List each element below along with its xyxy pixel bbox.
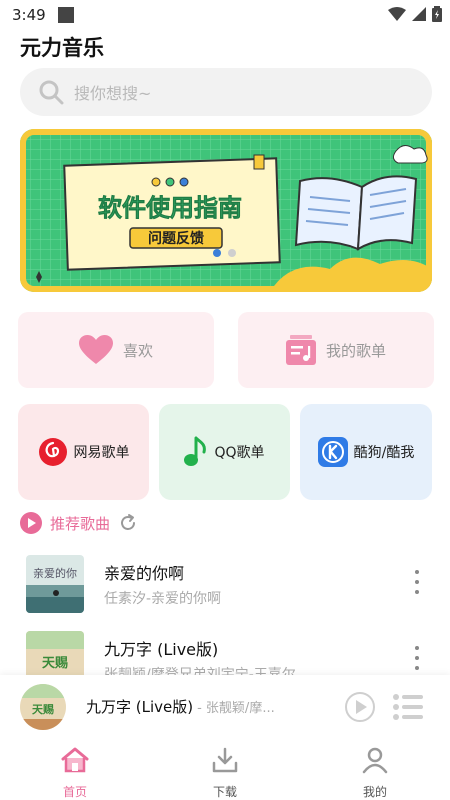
tab-profile-label: 我的 — [362, 785, 387, 799]
battery-icon — [432, 6, 442, 22]
recommend-title: 推荐歌曲 — [50, 514, 111, 533]
my-playlists-label: 我的歌单 — [325, 341, 386, 360]
more-options-icon[interactable] — [414, 570, 420, 594]
kugou-icon — [317, 437, 348, 467]
search-input[interactable]: 搜你想搜~ — [74, 80, 151, 104]
now-playing-title: 九万字 (Live版) — [86, 698, 194, 716]
netease-label: 网易歌单 — [73, 445, 130, 461]
kugou-label: 酷狗/酷我 — [353, 445, 415, 461]
search-icon — [39, 80, 64, 105]
tab-download[interactable]: 下载 — [150, 738, 300, 800]
qq-label: QQ歌单 — [214, 445, 265, 461]
now-playing-bar[interactable]: 天赐 九万字 (Live版) - 张靓颖/摩... — [0, 675, 450, 738]
netease-playlist-card[interactable]: 网易歌单 — [18, 404, 149, 500]
song-title: 九万字 (Live版) — [104, 640, 219, 659]
recommend-header: 推荐歌曲 — [20, 512, 138, 534]
song-artist: 任素汐-亲爱的你啊 — [104, 591, 222, 607]
play-icon[interactable] — [345, 692, 375, 722]
banner[interactable]: 软件使用指南 问题反馈 — [20, 129, 432, 292]
netease-icon — [38, 438, 67, 466]
song-row[interactable]: 亲爱的你 亲爱的你啊 任素汐-亲爱的你啊 — [0, 548, 450, 618]
favorites-label: 喜欢 — [122, 341, 153, 360]
kugou-playlist-card[interactable]: 酷狗/酷我 — [300, 404, 432, 500]
now-playing-cover: 天赐 — [20, 684, 66, 730]
signal-icon — [412, 7, 426, 21]
banner-pager-inactive — [228, 249, 236, 257]
banner-dot-1 — [151, 177, 161, 187]
playlist-icon — [285, 335, 316, 365]
now-playing-artist: - 张靓颖/摩... — [197, 701, 275, 716]
banner-subtitle: 问题反馈 — [148, 230, 204, 247]
banner-dot-3 — [179, 177, 189, 187]
song-cover: 亲爱的你 — [26, 555, 84, 613]
queue-list-icon[interactable] — [393, 694, 423, 720]
my-playlists-card[interactable]: 我的歌单 — [238, 312, 434, 388]
wifi-icon — [388, 7, 406, 21]
status-bar: 3:49 — [0, 0, 450, 30]
profile-icon — [362, 747, 388, 774]
heart-icon — [78, 335, 113, 364]
song-title: 亲爱的你啊 — [104, 564, 185, 583]
now-playing-text: 九万字 (Live版) - 张靓颖/摩... — [86, 696, 286, 717]
play-circle-icon — [20, 512, 42, 534]
svg-text:天赐: 天赐 — [32, 703, 54, 716]
banner-dot-2 — [165, 177, 175, 187]
tab-home-label: 首页 — [62, 785, 87, 799]
svg-text:天赐: 天赐 — [42, 656, 68, 671]
refresh-icon[interactable] — [118, 513, 138, 533]
notification-icon — [58, 7, 74, 23]
home-icon — [61, 747, 89, 773]
search-bar[interactable]: 搜你想搜~ — [20, 68, 432, 116]
qq-playlist-card[interactable]: QQ歌单 — [159, 404, 290, 500]
status-time: 3:49 — [12, 6, 46, 24]
favorites-card[interactable]: 喜欢 — [18, 312, 214, 388]
tab-download-label: 下载 — [212, 785, 237, 799]
banner-pager-active — [213, 249, 221, 257]
status-icons — [388, 6, 442, 22]
svg-text:亲爱的你: 亲爱的你 — [33, 566, 77, 580]
banner-title: 软件使用指南 — [98, 194, 242, 222]
more-options-icon[interactable] — [414, 646, 420, 670]
tab-home[interactable]: 首页 — [0, 738, 150, 800]
qq-music-icon — [184, 436, 207, 466]
bottom-tab-bar: 首页 下载 我的 — [0, 738, 450, 800]
download-icon — [212, 747, 238, 773]
app-title: 元力音乐 — [20, 36, 104, 60]
book-illustration — [294, 175, 418, 251]
tab-profile[interactable]: 我的 — [300, 738, 450, 800]
